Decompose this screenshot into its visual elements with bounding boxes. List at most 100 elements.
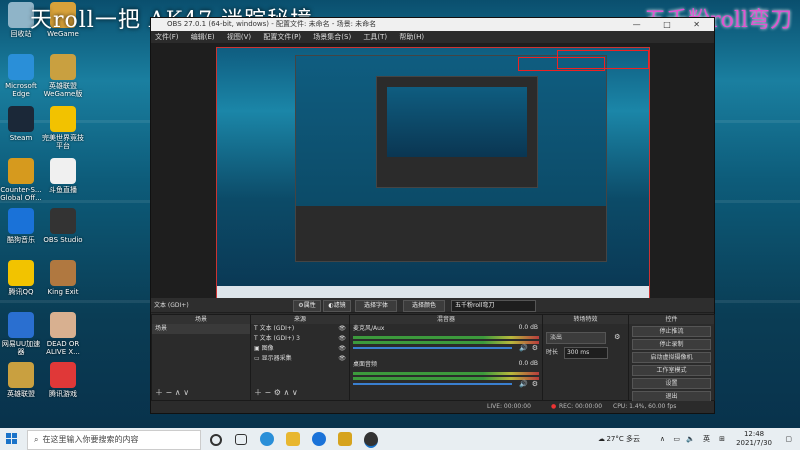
desktop-icon[interactable]: 腾讯QQ — [0, 260, 42, 296]
desktop-icon[interactable]: 斗鱼直播 — [42, 158, 84, 194]
gear-icon[interactable]: ⚙ — [274, 388, 281, 397]
up-icon[interactable]: ∧ — [284, 388, 290, 397]
obs-menubar: 文件(F) 编辑(E) 视图(V) 配置文件(P) 场景集合(S) 工具(T) … — [151, 31, 714, 43]
desktop-icon[interactable]: Counter-S... Global Off... — [0, 158, 42, 202]
source-item[interactable]: T 文本 (GDI+) 3 👁 — [251, 334, 349, 344]
source-item[interactable]: T 文本 (GDI+) 👁 — [251, 324, 349, 334]
desktop-icon[interactable]: King Exit — [42, 260, 84, 296]
desktop-icon[interactable]: Steam — [0, 106, 42, 142]
taskbar-search[interactable]: ⌕ 在这里输入你要搜索的内容 — [27, 430, 201, 450]
desktop-icon-label: King Exit — [47, 288, 79, 296]
selected-source-label: 文本 (GDI+) — [154, 302, 189, 309]
volume-slider[interactable] — [353, 383, 512, 385]
eye-icon[interactable]: 👁 — [338, 354, 346, 364]
eye-icon[interactable]: 👁 — [338, 344, 346, 354]
desktop-icon[interactable]: 英雄联盟 WeGame版 — [42, 54, 84, 98]
studio-mode-button[interactable]: 工作室模式 — [632, 365, 711, 376]
menu-edit[interactable]: 编辑(E) — [191, 33, 215, 41]
stop-recording-button[interactable]: 停止录制 — [632, 339, 711, 350]
filters-button[interactable]: ◐滤镜 — [323, 300, 351, 312]
menu-profile[interactable]: 配置文件(P) — [263, 33, 301, 41]
desktop-icon[interactable]: 腾讯游戏 — [42, 362, 84, 398]
app-icon — [8, 208, 34, 234]
volume-icon[interactable]: 🔈 — [686, 428, 695, 450]
windows-start-icon[interactable] — [6, 433, 18, 445]
speaker-icon[interactable]: 🔊 — [519, 344, 528, 352]
add-icon[interactable]: ＋ — [155, 388, 163, 397]
desktop-icon[interactable]: 英雄联盟 — [0, 362, 42, 398]
settings-button[interactable]: 设置 — [632, 378, 711, 389]
edge-icon[interactable] — [260, 432, 274, 446]
input-method-icon[interactable]: ⊞ — [719, 428, 725, 450]
window-controls[interactable]: — □ ✕ — [633, 18, 710, 31]
source-item[interactable]: ▣ 图像 👁 — [251, 344, 349, 354]
kugou-icon[interactable] — [312, 432, 326, 446]
desktop-icon[interactable]: 酷狗音乐 — [0, 208, 42, 244]
select-font-button[interactable]: 选择字体 — [355, 300, 397, 312]
down-icon[interactable]: ∨ — [292, 388, 298, 397]
task-view-icon[interactable] — [235, 434, 247, 445]
scene-item[interactable]: 场景 — [152, 324, 250, 334]
source-toolbar: 文本 (GDI+) ⚙属性 ◐滤镜 选择字体 选择颜色 五千粉roll弯刀 — [151, 298, 714, 312]
close-button[interactable]: ✕ — [693, 20, 710, 29]
gear-icon[interactable]: ⚙ — [614, 333, 620, 341]
obs-titlebar[interactable]: OBS 27.0.1 (64-bit, windows) - 配置文件: 未命名… — [151, 18, 714, 31]
menu-view[interactable]: 视图(V) — [227, 33, 251, 41]
volume-meter — [353, 372, 539, 375]
menu-tools[interactable]: 工具(T) — [363, 33, 387, 41]
eye-icon[interactable]: 👁 — [338, 324, 346, 334]
ime-mode[interactable]: 英 — [703, 428, 710, 450]
duration-input[interactable]: 300 ms — [563, 347, 608, 359]
obs-preview-area[interactable] — [151, 43, 714, 313]
clock-time: 12:48 — [743, 430, 765, 438]
desktop-icon-label: 腾讯QQ — [8, 288, 34, 296]
text-input[interactable]: 五千粉roll弯刀 — [451, 300, 536, 312]
desktop-icon[interactable]: DEAD OR ALIVE X... — [42, 312, 84, 356]
scenes-header: 场景 — [152, 315, 250, 324]
stop-streaming-button[interactable]: 停止推流 — [632, 326, 711, 337]
scene-controls: ＋ − ∧ ∨ — [155, 387, 189, 398]
volume-slider[interactable] — [353, 347, 512, 349]
clock[interactable]: 12:48 2021/7/30 — [736, 430, 772, 448]
properties-button[interactable]: ⚙属性 — [293, 300, 321, 312]
desktop-icon[interactable]: 完美世界竞技平台 — [42, 106, 84, 150]
remove-icon[interactable]: − — [265, 388, 272, 397]
desktop-icon[interactable]: Microsoft Edge — [0, 54, 42, 98]
speaker-icon[interactable]: 🔊 — [519, 380, 528, 388]
desktop-icon-label: 网易UU加速器 — [1, 340, 41, 356]
volume-meter — [353, 336, 539, 339]
cortana-icon[interactable] — [210, 434, 222, 446]
volume-meter — [353, 377, 539, 380]
preview-canvas[interactable] — [216, 47, 650, 301]
menu-file[interactable]: 文件(F) — [155, 33, 179, 41]
start-virtual-camera-button[interactable]: 启动虚拟摄像机 — [632, 352, 711, 363]
remove-icon[interactable]: − — [166, 388, 173, 397]
menu-scene-collection[interactable]: 场景集合(S) — [313, 33, 351, 41]
eye-icon[interactable]: 👁 — [338, 334, 346, 344]
gear-icon[interactable]: ⚙ — [532, 380, 538, 388]
weather-icon[interactable]: ☁ — [598, 428, 605, 450]
chevron-up-icon[interactable]: ∧ — [660, 428, 665, 450]
weather-text[interactable]: 27°C 多云 — [606, 428, 640, 450]
add-icon[interactable]: ＋ — [254, 388, 262, 397]
csgo-icon[interactable] — [338, 432, 352, 446]
maximize-button[interactable]: □ — [663, 20, 681, 29]
app-icon — [8, 312, 34, 338]
down-icon[interactable]: ∨ — [183, 388, 189, 397]
source-item[interactable]: ▭ 显示器采集 👁 — [251, 354, 349, 364]
network-icon[interactable]: ▭ — [673, 428, 680, 450]
duration-row: 时长 300 ms — [543, 347, 628, 359]
selection-box[interactable] — [557, 50, 649, 69]
minimize-button[interactable]: — — [633, 20, 651, 29]
gear-icon[interactable]: ⚙ — [532, 344, 538, 352]
file-explorer-icon[interactable] — [286, 432, 300, 446]
select-color-button[interactable]: 选择颜色 — [403, 300, 445, 312]
transition-select[interactable]: 淡出 — [546, 332, 606, 344]
desktop-icon[interactable]: 网易UU加速器 — [0, 312, 42, 356]
notification-icon[interactable]: ▢ — [785, 428, 792, 450]
desktop-icon[interactable]: OBS Studio — [42, 208, 84, 244]
up-icon[interactable]: ∧ — [175, 388, 181, 397]
obs-taskbar-icon[interactable] — [364, 432, 378, 448]
channel-name: 桌面音频 — [353, 361, 378, 368]
menu-help[interactable]: 帮助(H) — [399, 33, 424, 41]
